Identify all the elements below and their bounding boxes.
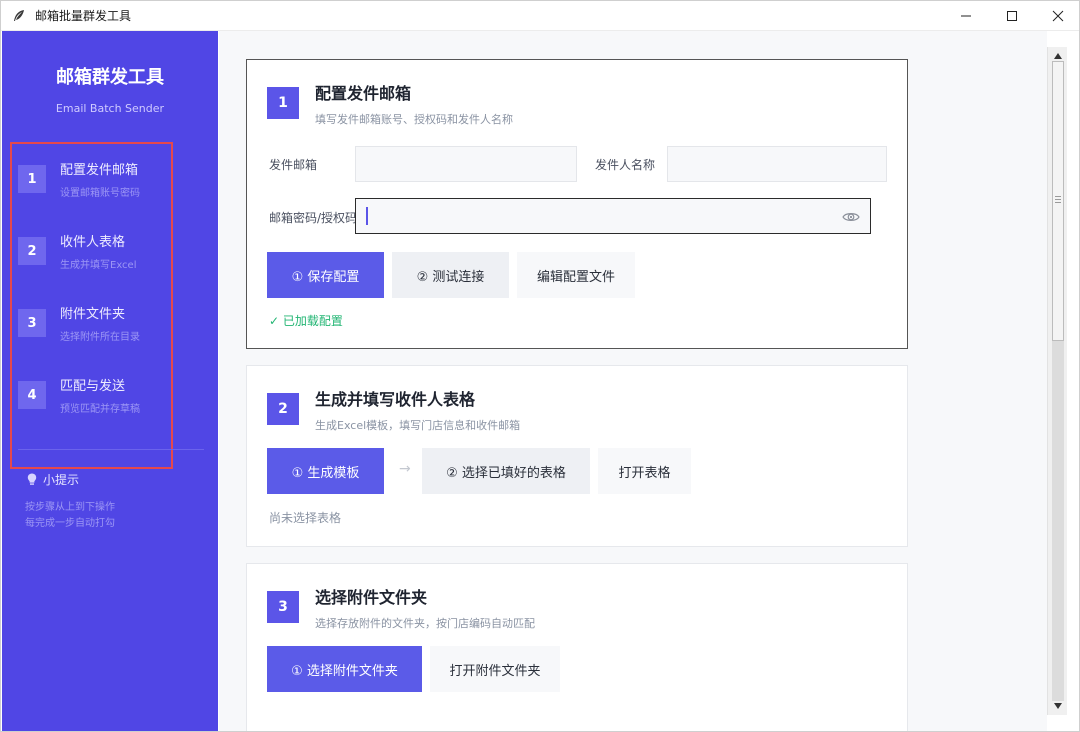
title-bar: 邮箱批量群发工具 bbox=[1, 1, 1079, 31]
minimize-icon bbox=[961, 15, 971, 17]
select-attachment-folder-button[interactable]: ① 选择附件文件夹 bbox=[267, 646, 422, 692]
close-button[interactable] bbox=[1035, 1, 1079, 31]
step-number: 4 bbox=[18, 381, 46, 409]
step-description: 生成并填写Excel bbox=[60, 260, 137, 271]
generate-template-button[interactable]: ① 生成模板 bbox=[267, 448, 384, 494]
password-label: 邮箱密码/授权码 bbox=[269, 211, 358, 225]
card-number: 3 bbox=[267, 591, 299, 623]
sender-name-label: 发件人名称 bbox=[595, 158, 656, 172]
text-caret bbox=[366, 207, 368, 225]
sidebar-step-attachments[interactable]: 3 附件文件夹 选择附件所在目录 bbox=[10, 301, 190, 351]
card-title: 选择附件文件夹 bbox=[315, 588, 428, 607]
select-table-button[interactable]: ② 选择已填好的表格 bbox=[422, 448, 590, 494]
step-description: 选择附件所在目录 bbox=[60, 332, 140, 343]
step-title: 配置发件邮箱 bbox=[60, 163, 139, 178]
card-recipients: 2 生成并填写收件人表格 生成Excel模板，填写门店信息和收件邮箱 ① 生成模… bbox=[246, 365, 908, 547]
arrow-right-icon: → bbox=[399, 461, 411, 477]
close-icon bbox=[1052, 10, 1064, 22]
scroll-thumb[interactable] bbox=[1052, 61, 1064, 341]
maximize-button[interactable] bbox=[989, 1, 1035, 31]
tip-line: 按步骤从上到下操作 bbox=[25, 502, 115, 513]
sidebar: 邮箱群发工具 Email Batch Sender 1 配置发件邮箱 设置邮箱账… bbox=[2, 31, 218, 731]
sidebar-step-send[interactable]: 4 匹配与发送 预览匹配并存草稿 bbox=[10, 373, 190, 423]
tip-heading: 小提示 bbox=[27, 471, 79, 488]
step-title: 收件人表格 bbox=[60, 235, 126, 250]
card-description: 填写发件邮箱账号、授权码和发件人名称 bbox=[315, 113, 513, 126]
sidebar-divider bbox=[18, 449, 204, 450]
test-connection-button[interactable]: ② 测试连接 bbox=[392, 252, 509, 298]
card-description: 生成Excel模板，填写门店信息和收件邮箱 bbox=[315, 419, 521, 432]
edit-config-file-button[interactable]: 编辑配置文件 bbox=[517, 252, 635, 298]
thumb-grip bbox=[1055, 199, 1061, 200]
step-number: 1 bbox=[18, 165, 46, 193]
caret-down-icon bbox=[1054, 703, 1062, 709]
main-content: 1 配置发件邮箱 填写发件邮箱账号、授权码和发件人名称 发件邮箱 发件人名称 邮… bbox=[219, 31, 1047, 731]
bulb-icon bbox=[27, 473, 37, 485]
card-title: 配置发件邮箱 bbox=[315, 84, 412, 103]
step-description: 预览匹配并存草稿 bbox=[60, 404, 140, 415]
sender-name-field[interactable] bbox=[667, 146, 887, 182]
step-description: 设置邮箱账号密码 bbox=[60, 188, 140, 199]
step-title: 附件文件夹 bbox=[60, 307, 126, 322]
password-field[interactable] bbox=[355, 198, 871, 234]
card-number: 2 bbox=[267, 393, 299, 425]
brand-subtitle: Email Batch Sender bbox=[55, 102, 165, 115]
window-title: 邮箱批量群发工具 bbox=[35, 9, 132, 23]
card-title: 生成并填写收件人表格 bbox=[315, 390, 476, 409]
tip-title: 小提示 bbox=[43, 473, 80, 487]
feather-icon bbox=[11, 8, 27, 24]
card-number: 1 bbox=[267, 87, 299, 119]
sidebar-step-recipients[interactable]: 2 收件人表格 生成并填写Excel bbox=[10, 229, 190, 279]
card-configure-email: 1 配置发件邮箱 填写发件邮箱账号、授权码和发件人名称 发件邮箱 发件人名称 邮… bbox=[246, 59, 908, 349]
card-description: 选择存放附件的文件夹，按门店编码自动匹配 bbox=[315, 617, 535, 630]
step-number: 3 bbox=[18, 309, 46, 337]
save-config-button[interactable]: ① 保存配置 bbox=[267, 252, 384, 298]
thumb-grip bbox=[1055, 196, 1061, 197]
config-status: ✓ 已加载配置 bbox=[269, 314, 343, 328]
open-table-button[interactable]: 打开表格 bbox=[598, 448, 691, 494]
table-status: 尚未选择表格 bbox=[269, 511, 342, 525]
brand-title: 邮箱群发工具 bbox=[56, 67, 164, 88]
eye-icon[interactable] bbox=[842, 208, 860, 226]
card-attachments: 3 选择附件文件夹 选择存放附件的文件夹，按门店编码自动匹配 ① 选择附件文件夹… bbox=[246, 563, 908, 731]
window-controls bbox=[943, 1, 1079, 31]
maximize-icon bbox=[1007, 11, 1017, 21]
tip-line: 每完成一步自动打勾 bbox=[25, 518, 115, 529]
app-window: 邮箱批量群发工具 邮箱群发工具 Email Batch Sender 1 配置发… bbox=[0, 0, 1080, 732]
vertical-scrollbar[interactable] bbox=[1047, 47, 1067, 715]
step-number: 2 bbox=[18, 237, 46, 265]
thumb-grip bbox=[1055, 202, 1061, 203]
scroll-down-button[interactable] bbox=[1051, 699, 1065, 713]
email-label: 发件邮箱 bbox=[269, 158, 318, 172]
caret-up-icon bbox=[1054, 53, 1062, 59]
open-attachment-folder-button[interactable]: 打开附件文件夹 bbox=[430, 646, 560, 692]
email-field[interactable] bbox=[355, 146, 577, 182]
sidebar-step-configure[interactable]: 1 配置发件邮箱 设置邮箱账号密码 bbox=[10, 157, 190, 207]
minimize-button[interactable] bbox=[943, 1, 989, 31]
step-title: 匹配与发送 bbox=[60, 379, 126, 394]
